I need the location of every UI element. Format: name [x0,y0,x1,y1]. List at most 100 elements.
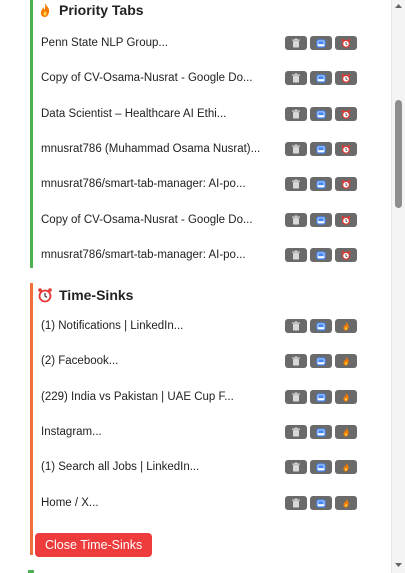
tab-actions [285,354,357,369]
bookmark-button[interactable] [310,141,332,156]
bookmark-button[interactable] [310,460,332,475]
bookmark-icon [316,392,326,402]
bookmark-button[interactable] [310,71,332,86]
scroll-down-arrow-icon[interactable] [394,561,403,569]
tab-row[interactable]: Instagram... [41,422,357,442]
trash-icon [291,392,301,402]
tab-title[interactable]: Data Scientist – Healthcare AI Ethi... [41,108,279,120]
tab-row[interactable]: (229) India vs Pakistan | UAE Cup F... [41,387,357,407]
bookmark-button[interactable] [310,106,332,121]
trash-button[interactable] [285,106,307,121]
priority-title: Priority Tabs [59,2,144,18]
tab-row[interactable]: mnusrat786 (Muhammad Osama Nusrat)... [41,139,357,159]
trash-button[interactable] [285,141,307,156]
tab-actions [285,319,357,333]
time-sinks-header: Time-Sinks [37,285,133,305]
scrollbar[interactable] [391,0,405,573]
fire-button[interactable] [335,495,357,510]
scroll-up-arrow-icon[interactable] [394,2,403,10]
tab-row[interactable]: (1) Search all Jobs | LinkedIn... [41,457,357,477]
tab-title[interactable]: Penn State NLP Group... [41,37,279,49]
tab-row[interactable]: (1) Notifications | LinkedIn... [41,316,357,336]
bookmark-button[interactable] [310,424,332,439]
fire-icon [37,2,53,18]
bookmark-button[interactable] [310,495,332,510]
trash-icon [291,356,301,366]
scrollbar-thumb[interactable] [395,100,402,208]
trash-button[interactable] [285,460,307,475]
trash-button[interactable] [285,354,307,369]
trash-icon [291,427,301,437]
alarm-clock-button[interactable] [335,141,357,156]
bookmark-button[interactable] [310,177,332,192]
bookmark-button[interactable] [310,319,332,333]
tab-title[interactable]: (2) Facebook... [41,355,279,367]
alarm-clock-button[interactable] [335,71,357,86]
fire-button[interactable] [335,389,357,404]
close-time-sinks-button[interactable]: Close Time-Sinks [35,533,153,557]
trash-button[interactable] [285,495,307,510]
trash-icon [291,179,301,189]
bookmark-icon [316,356,326,366]
alarm-clock-icon [341,179,351,189]
trash-button[interactable] [285,212,307,227]
bookmark-button[interactable] [310,389,332,404]
trash-icon [291,462,301,472]
trash-icon [291,498,301,508]
tab-title[interactable]: (1) Notifications | LinkedIn... [41,320,279,332]
tab-title[interactable]: mnusrat786/smart-tab-manager: AI-po... [41,178,279,190]
tab-title[interactable]: mnusrat786 (Muhammad Osama Nusrat)... [41,143,279,155]
tab-title[interactable]: Instagram... [41,426,279,438]
tab-title[interactable]: mnusrat786/smart-tab-manager: AI-po... [41,249,279,261]
tab-title[interactable]: (229) India vs Pakistan | UAE Cup F... [41,391,279,403]
tab-row[interactable]: mnusrat786/smart-tab-manager: AI-po... [41,174,357,194]
trash-button[interactable] [285,319,307,333]
alarm-clock-icon [341,144,351,154]
content-area: Priority Tabs Penn State NLP Group... Cop… [0,0,392,573]
fire-button[interactable] [335,354,357,369]
tab-title[interactable]: Copy of CV-Osama-Nusrat - Google Do... [41,214,279,226]
tab-title[interactable]: (1) Search all Jobs | LinkedIn... [41,461,279,473]
fire-button[interactable] [335,460,357,475]
fire-button[interactable] [335,319,357,333]
tab-title[interactable]: Home / X... [41,497,279,509]
alarm-clock-icon [341,215,351,225]
tab-row[interactable]: mnusrat786/smart-tab-manager: AI-po... [41,245,357,265]
tab-actions [285,460,357,475]
trash-button[interactable] [285,36,307,50]
alarm-clock-button[interactable] [335,212,357,227]
tab-row[interactable]: Penn State NLP Group... [41,33,357,53]
tab-row[interactable]: Home / X... [41,493,357,513]
popup-frame: Priority Tabs Penn State NLP Group... Cop… [0,0,405,573]
alarm-clock-icon [341,73,351,84]
tab-title[interactable]: Copy of CV-Osama-Nusrat - Google Do... [41,72,279,84]
tab-actions [285,212,357,227]
fire-icon [341,427,351,437]
tab-actions [285,495,357,510]
trash-button[interactable] [285,389,307,404]
bookmark-icon [316,144,326,154]
bookmark-button[interactable] [310,212,332,227]
fire-icon [341,392,351,402]
bookmark-button[interactable] [310,354,332,369]
tab-actions [285,177,357,192]
trash-button[interactable] [285,177,307,192]
fire-button[interactable] [335,424,357,439]
bookmark-icon [316,109,326,119]
trash-button[interactable] [285,71,307,86]
bookmark-button[interactable] [310,247,332,262]
alarm-clock-button[interactable] [335,177,357,192]
trash-button[interactable] [285,424,307,439]
trash-button[interactable] [285,247,307,262]
alarm-clock-button[interactable] [335,247,357,262]
tab-row[interactable]: Data Scientist – Healthcare AI Ethi... [41,104,357,124]
priority-header: Priority Tabs [37,0,144,20]
tab-row[interactable]: (2) Facebook... [41,351,357,371]
tab-actions [285,247,357,262]
alarm-clock-button[interactable] [335,36,357,50]
alarm-clock-button[interactable] [335,106,357,121]
bookmark-button[interactable] [310,36,332,50]
tab-row[interactable]: Copy of CV-Osama-Nusrat - Google Do... [41,68,357,88]
tab-row[interactable]: Copy of CV-Osama-Nusrat - Google Do... [41,210,357,230]
tab-actions [285,71,357,86]
